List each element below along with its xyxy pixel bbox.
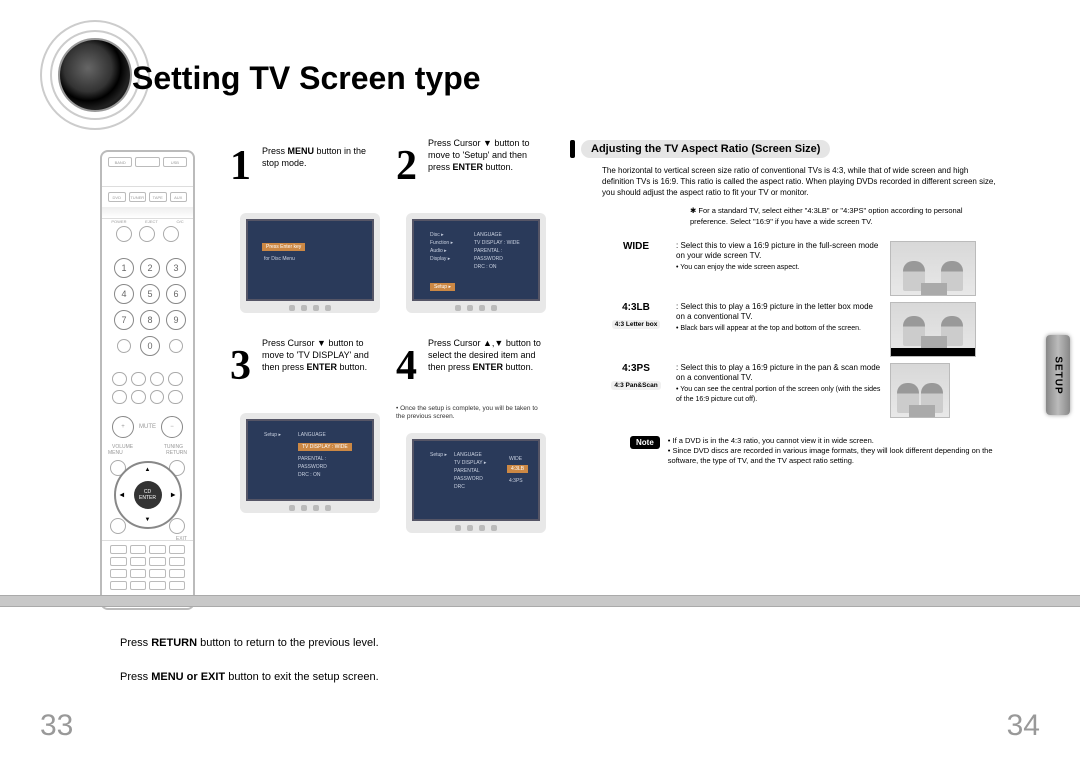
lb-label: 4:3LB	[600, 302, 672, 313]
footer-instruction-2: Press MENU or EXIT button to exit the se…	[120, 671, 1080, 683]
lb-desc: : Select this to play a 16:9 picture in …	[676, 302, 882, 323]
aspect-wide-row: WIDE : Select this to view a 16:9 pictur…	[600, 241, 1020, 296]
note-row: Note • If a DVD is in the 4:3 ratio, you…	[630, 436, 1020, 466]
wide-desc: : Select this to view a 16:9 picture in …	[676, 241, 882, 262]
step-2-screenshot: Disc ▸Function ▸Audio ▸Display ▸ Setup ▸…	[406, 213, 546, 313]
step-number: 1	[230, 145, 251, 187]
wide-label: WIDE	[600, 241, 672, 252]
ps-sublabel: 4:3 Pan&Scan	[611, 381, 660, 390]
page-number-right: 34	[1007, 709, 1040, 743]
step-1-screenshot: Press Enter key for Disc Menu	[240, 213, 380, 313]
ps-label: 4:3PS	[600, 363, 672, 374]
step-number: 2	[396, 145, 417, 187]
footer: Press RETURN button to return to the pre…	[0, 615, 1080, 683]
step-number: 3	[230, 345, 251, 387]
divider-bar	[0, 595, 1080, 607]
step-1-text: Press MENU button in the stop mode.	[262, 145, 380, 169]
section-title: Adjusting the TV Aspect Ratio (Screen Si…	[581, 140, 830, 158]
step-3-screenshot: Setup ▸ LANGUAGE TV DISPLAY : WIDE PAREN…	[240, 413, 380, 513]
footer-instruction-1: Press RETURN button to return to the pre…	[120, 637, 1080, 649]
wide-bullet: • You can enjoy the wide screen aspect.	[676, 263, 882, 272]
step-4-note: • Once the setup is complete, you will b…	[396, 405, 546, 421]
remote-illustration: BANDUSB DVDTUNERTAPEAUX POWEREJECTO/C 12…	[100, 150, 195, 610]
step-2-text: Press Cursor ▼ button to move to 'Setup'…	[428, 137, 546, 173]
header-bar-icon	[570, 140, 575, 158]
page-number-left: 33	[40, 709, 73, 743]
section-header: Adjusting the TV Aspect Ratio (Screen Si…	[570, 140, 1020, 158]
ps-image	[890, 363, 950, 418]
note-line-2: • Since DVD discs are recorded in variou…	[668, 446, 1020, 466]
note-badge: Note	[630, 436, 660, 449]
step-4-text: Press Cursor ▲,▼ button to select the de…	[428, 337, 546, 373]
step-4-screenshot: Setup ▸ LANGUAGETV DISPLAY ▸PARENTALPASS…	[406, 433, 546, 533]
step-3-text: Press Cursor ▼ button to move to 'TV DIS…	[262, 337, 380, 373]
side-tab-setup: SETUP	[1046, 335, 1070, 415]
aspect-lb-row: 4:3LB 4:3 Letter box : Select this to pl…	[600, 302, 1020, 357]
wide-image	[890, 241, 976, 296]
lb-image	[890, 302, 976, 357]
page-title: Setting TV Screen type	[132, 60, 481, 97]
intro-paragraph: The horizontal to vertical screen size r…	[602, 166, 1002, 198]
step-number: 4	[396, 345, 417, 387]
note-line-1: • If a DVD is in the 4:3 ratio, you cann…	[668, 436, 1020, 446]
right-column: Adjusting the TV Aspect Ratio (Screen Si…	[570, 140, 1020, 466]
aspect-ps-row: 4:3PS 4:3 Pan&Scan : Select this to play…	[600, 363, 1020, 418]
ps-desc: : Select this to play a 16:9 picture in …	[676, 363, 882, 384]
lb-bullet: • Black bars will appear at the top and …	[676, 324, 882, 333]
ps-bullet: • You can see the central portion of the…	[676, 385, 882, 403]
lb-sublabel: 4:3 Letter box	[612, 320, 661, 329]
star-note: ✱ For a standard TV, select either "4:3L…	[690, 206, 990, 226]
